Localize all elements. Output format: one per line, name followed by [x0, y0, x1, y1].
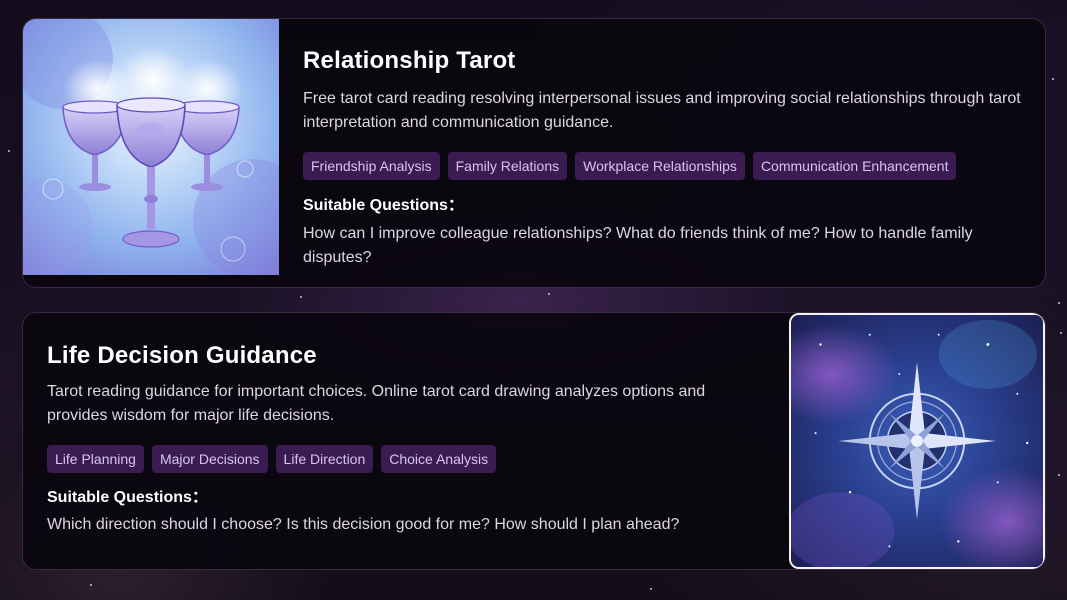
background-star [1058, 474, 1060, 476]
card-title: Relationship Tarot [303, 47, 516, 74]
tag-list: Life Planning Major Decisions Life Direc… [47, 445, 727, 473]
life-decision-guidance-card[interactable]: Life Decision Guidance Tarot reading gui… [22, 312, 1046, 570]
background-star [1058, 302, 1060, 304]
tag-communication-enhancement[interactable]: Communication Enhancement [752, 152, 957, 180]
background-star [650, 588, 652, 590]
background-star [300, 296, 302, 298]
suitable-questions-label: Suitable Questions： [47, 489, 208, 506]
suitable-questions-text: How can I improve colleague relationship… [303, 225, 973, 266]
card-content: Relationship Tarot Free tarot card readi… [303, 19, 1033, 270]
card-description: Tarot reading guidance for important cho… [47, 383, 706, 424]
card-content: Life Decision Guidance Tarot reading gui… [47, 313, 727, 537]
suitable-questions-label: Suitable Questions： [303, 197, 464, 214]
background-star [1060, 332, 1062, 334]
relationship-tarot-card[interactable]: Relationship Tarot Free tarot card readi… [22, 18, 1046, 288]
tag-life-planning[interactable]: Life Planning [47, 445, 144, 473]
three-chalices-illustration [23, 19, 279, 275]
card-description: Free tarot card reading resolving interp… [303, 90, 1021, 131]
background-star [90, 584, 92, 586]
background-star [1052, 78, 1054, 80]
background-star [548, 293, 550, 295]
suitable-questions-text: Which direction should I choose? Is this… [47, 516, 680, 533]
tag-life-direction[interactable]: Life Direction [275, 445, 374, 473]
tag-family-relations[interactable]: Family Relations [447, 152, 568, 180]
card-title: Life Decision Guidance [47, 342, 317, 369]
tag-list: Friendship Analysis Family Relations Wor… [303, 152, 1033, 180]
tag-friendship-analysis[interactable]: Friendship Analysis [303, 152, 440, 180]
tag-workplace-relationships[interactable]: Workplace Relationships [575, 152, 745, 180]
background-star [8, 150, 10, 152]
tag-major-decisions[interactable]: Major Decisions [151, 445, 268, 473]
tag-choice-analysis[interactable]: Choice Analysis [381, 445, 497, 473]
compass-star-illustration [789, 313, 1045, 569]
